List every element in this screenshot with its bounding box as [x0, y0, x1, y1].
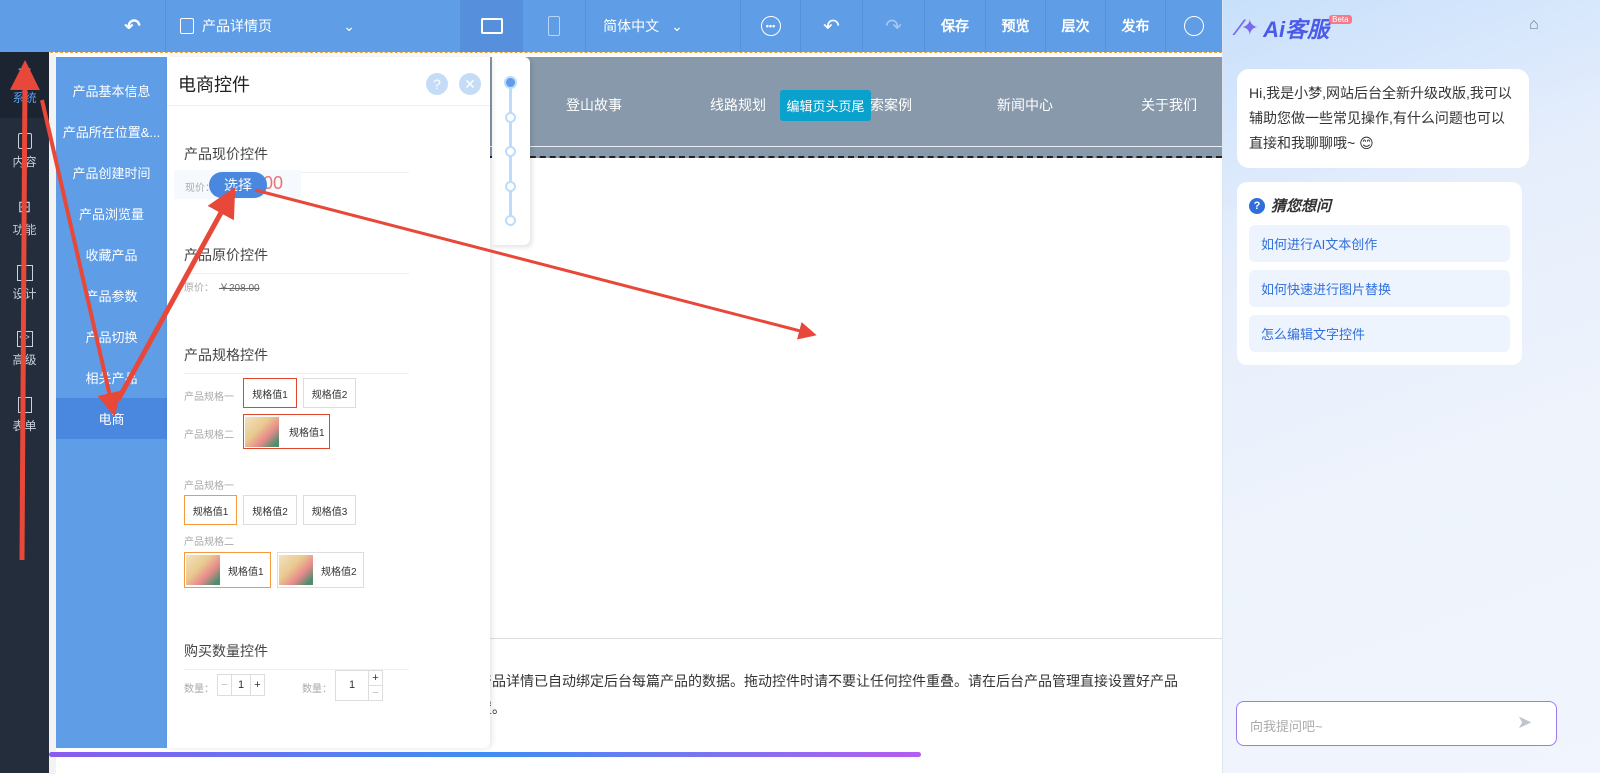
arrow — [115, 186, 236, 402]
arrow — [254, 188, 817, 340]
arrow — [40, 99, 122, 417]
annotation-arrows — [9, 60, 817, 561]
arrow — [9, 60, 40, 561]
